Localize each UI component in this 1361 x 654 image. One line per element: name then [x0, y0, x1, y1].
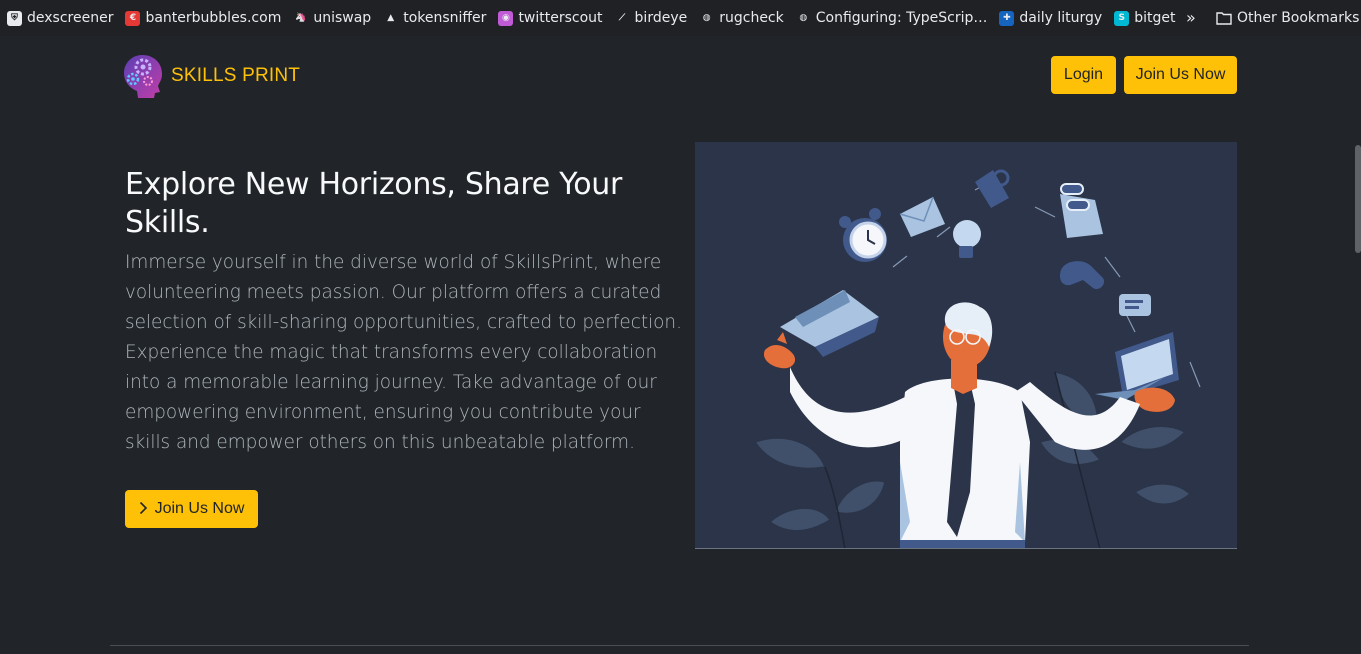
- bookmark-favicon-icon: ◍: [699, 10, 715, 26]
- brand-name: SKILLS PRINT: [171, 65, 301, 86]
- bookmark-label: banterbubbles.com: [145, 10, 282, 26]
- bookmark-item[interactable]: 🦄 uniswap: [293, 10, 371, 26]
- section-divider: [110, 645, 1249, 646]
- bookmark-label: uniswap: [313, 10, 372, 26]
- bookmark-favicon-icon: ⛨: [7, 10, 22, 26]
- bookmark-favicon-icon: ▲: [383, 10, 399, 26]
- join-us-now-hero-button[interactable]: Join Us Now: [125, 490, 258, 528]
- login-button[interactable]: Login: [1051, 56, 1116, 94]
- join-us-now-hero-label: Join Us Now: [154, 500, 245, 517]
- bookmark-favicon-icon: ◍: [795, 10, 811, 26]
- bookmark-item[interactable]: ⛨ dexscreener: [7, 10, 113, 26]
- bookmark-label: dexscreener: [27, 10, 114, 26]
- bookmark-label: birdeye: [634, 10, 688, 26]
- bookmark-label: rugcheck: [719, 10, 784, 26]
- brain-gears-logo-icon: [124, 55, 162, 98]
- bookmark-item[interactable]: ◍ rugcheck: [699, 10, 784, 26]
- bookmark-favicon-icon: €: [125, 10, 141, 26]
- bookmark-favicon-icon: 🦄: [293, 10, 309, 26]
- chevron-right-icon: [139, 501, 148, 518]
- bookmark-item[interactable]: ◉ twitterscout: [498, 10, 603, 26]
- other-bookmarks-label: Other Bookmarks: [1237, 10, 1360, 26]
- bookmark-favicon-icon: ✚: [999, 10, 1015, 26]
- hero-description: Immerse yourself in the diverse world of…: [125, 252, 682, 453]
- bookmark-label: twitterscout: [518, 10, 603, 26]
- join-us-now-header-button[interactable]: Join Us Now: [1124, 56, 1237, 94]
- bookmark-label: tokensniffer: [403, 10, 487, 26]
- bookmarks-bar: ⛨ dexscreener € banterbubbles.com 🦄 uniswap ▲ t…: [0, 0, 1361, 36]
- bookmark-favicon-icon: ◉: [498, 10, 514, 26]
- juggling-man-illustration: [753, 169, 1201, 548]
- bookmark-favicon-icon: ⟋: [614, 10, 630, 26]
- brand-logo[interactable]: SKILLS PRINT: [122, 53, 300, 99]
- page-scrollbar[interactable]: [1355, 145, 1361, 253]
- bookmark-item[interactable]: ✚ daily liturgy: [999, 10, 1102, 26]
- bookmark-label: Configuring: TypeScrip…: [815, 10, 988, 26]
- bookmark-label: daily liturgy: [1019, 10, 1103, 26]
- bookmark-item[interactable]: Sbitget: [1114, 10, 1175, 26]
- more-bookmarks-chevron-icon[interactable]: »: [1186, 8, 1196, 27]
- bookmark-item[interactable]: ⟋ birdeye: [614, 10, 688, 26]
- hero-title: Explore New Horizons, Share Your Skills.: [125, 167, 623, 240]
- hero-illustration: [695, 142, 1237, 549]
- bookmark-item[interactable]: ▲ tokensniffer: [383, 10, 486, 26]
- bookmark-item[interactable]: ◍ Configuring: TypeScrip…: [795, 10, 988, 26]
- bookmark-item[interactable]: € banterbubbles.com: [125, 10, 281, 26]
- bookmark-favicon-icon: S: [1114, 10, 1130, 26]
- other-bookmarks-folder[interactable]: Other Bookmarks: [1216, 0, 1359, 36]
- bookmark-label: bitget: [1134, 10, 1176, 26]
- alarm-clock: [839, 208, 887, 262]
- folder-icon: [1216, 12, 1232, 25]
